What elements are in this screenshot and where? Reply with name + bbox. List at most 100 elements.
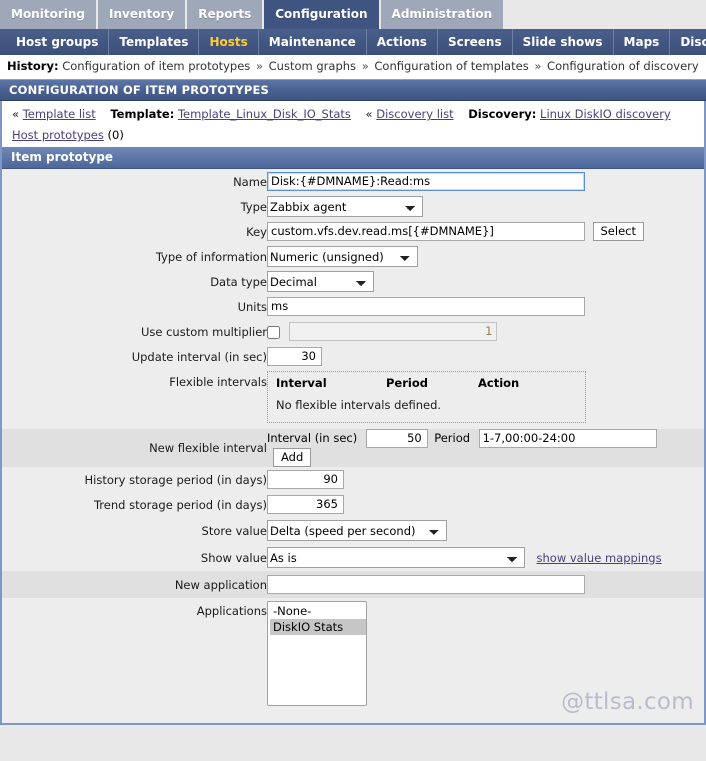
type-label: Type <box>240 199 267 214</box>
form-row-update-interval: Update interval (in sec) <box>2 344 704 369</box>
submenu-item-host-groups[interactable]: Host groups <box>6 29 110 55</box>
template-name-link[interactable]: Template_Linux_Disk_IO_Stats <box>178 107 351 121</box>
name-input[interactable] <box>267 172 585 191</box>
flexible-intervals-table: Interval Period Action No flexible inter… <box>267 371 586 423</box>
form-row-show-value: Show value As is show value mappings <box>2 544 704 571</box>
form-row-new-flexible-interval: New flexible interval Interval (in sec) … <box>2 429 704 467</box>
store-value-select[interactable]: As isDelta (speed per second)Delta (simp… <box>267 520 447 541</box>
key-input[interactable] <box>267 222 585 241</box>
new-interval-sublabel: Interval (in sec) <box>267 431 358 445</box>
host-prototypes-link[interactable]: Host prototypes <box>12 128 104 142</box>
form-row-flexible-intervals: Flexible intervals Interval Period Actio… <box>2 369 704 429</box>
form-row-type-of-information: Type of information Numeric (unsigned)Nu… <box>2 244 704 269</box>
form-row-new-application: New application <box>2 571 704 598</box>
history-label: History: <box>7 59 59 73</box>
template-list-prefix: « <box>12 107 20 121</box>
discovery-list-link[interactable]: Discovery list <box>376 107 453 121</box>
applications-label: Applications <box>196 604 267 618</box>
applications-listbox[interactable]: -None-DiskIO Stats <box>267 601 367 706</box>
form-row-key: Key Select <box>2 219 704 244</box>
main-tab-configuration[interactable]: Configuration <box>264 0 379 29</box>
history-item-4[interactable]: Configuration of discovery <box>547 59 699 73</box>
form-row-history-storage: History storage period (in days) <box>2 467 704 492</box>
submenu-item-actions[interactable]: Actions <box>367 29 438 55</box>
discovery-list-prefix: « <box>365 107 373 121</box>
new-period-sublabel: Period <box>434 431 471 445</box>
watermark: @ttlsa.com <box>561 689 694 715</box>
flexible-intervals-header: Interval Period Action <box>276 376 577 390</box>
history-separator: » <box>534 59 542 73</box>
context-nav-row-2: Host prototypes (0) <box>12 128 704 142</box>
main-tab-monitoring[interactable]: Monitoring <box>0 0 96 29</box>
history-item-2[interactable]: Custom graphs <box>269 59 356 73</box>
type-of-information-label: Type of information <box>155 249 267 264</box>
context-nav-row-1: « Template list Template: Template_Linux… <box>12 107 704 121</box>
form-row-trend-storage: Trend storage period (in days) <box>2 492 704 517</box>
flexible-intervals-col-interval: Interval <box>276 376 327 390</box>
form-title: Item prototype <box>2 147 704 169</box>
form-row-custom-multiplier: Use custom multiplier <box>2 319 704 344</box>
add-flexible-interval-button[interactable]: Add <box>273 448 312 467</box>
host-prototypes-count: (0) <box>107 128 124 142</box>
new-flexible-interval-label: New flexible interval <box>2 429 267 467</box>
discovery-name-link[interactable]: Linux DiskIO discovery <box>540 107 671 121</box>
key-label: Key <box>246 224 267 239</box>
list-item[interactable]: -None- <box>270 603 366 619</box>
key-select-button[interactable]: Select <box>592 222 644 241</box>
history-item-3[interactable]: Configuration of templates <box>374 59 528 73</box>
submenu-item-maps[interactable]: Maps <box>614 29 671 55</box>
submenu-item-hosts[interactable]: Hosts <box>199 29 259 55</box>
update-interval-input[interactable] <box>267 347 322 366</box>
breadcrumb: History: Configuration of item prototype… <box>0 55 706 79</box>
form-row-units: Units <box>2 294 704 319</box>
trend-storage-input[interactable] <box>267 495 344 514</box>
history-separator: » <box>255 59 263 73</box>
submenu-item-discovery[interactable]: Discov <box>670 29 706 55</box>
main-tab-inventory[interactable]: Inventory <box>98 0 186 29</box>
form-row-type: Type Zabbix agentZabbix agent (active)Si… <box>2 194 704 219</box>
flexible-intervals-empty: No flexible intervals defined. <box>276 398 442 412</box>
units-label: Units <box>237 299 267 314</box>
new-application-label: New application <box>2 571 267 598</box>
item-prototype-panel: Item prototype Name Type Zabbix agentZab… <box>0 147 706 725</box>
page-title: CONFIGURATION OF ITEM PROTOTYPES <box>0 79 706 101</box>
form-row-store-value: Store value As isDelta (speed per second… <box>2 517 704 544</box>
data-type-label: Data type <box>210 274 267 289</box>
item-prototype-form: Name Type Zabbix agentZabbix agent (acti… <box>2 169 704 708</box>
store-value-label: Store value <box>201 523 267 538</box>
history-item-1[interactable]: Configuration of item prototypes <box>62 59 250 73</box>
sub-menu-bar: Host groups Templates Hosts Maintenance … <box>0 29 706 55</box>
main-tab-administration[interactable]: Administration <box>380 0 504 29</box>
context-nav: « Template list Template: Template_Linux… <box>0 101 706 147</box>
discovery-label: Discovery: <box>468 107 537 121</box>
units-input[interactable] <box>267 297 585 316</box>
new-flexible-period-input[interactable] <box>478 429 657 448</box>
name-label: Name <box>233 174 267 189</box>
show-value-label: Show value <box>200 550 267 565</box>
submenu-item-screens[interactable]: Screens <box>438 29 513 55</box>
type-select[interactable]: Zabbix agentZabbix agent (active)Simple … <box>267 196 423 217</box>
type-of-information-select[interactable]: Numeric (unsigned)Numeric (float)Charact… <box>267 246 418 267</box>
list-item[interactable]: DiskIO Stats <box>270 619 366 635</box>
show-value-mappings-link[interactable]: show value mappings <box>537 551 662 565</box>
form-row-name: Name <box>2 169 704 194</box>
template-list-link[interactable]: Template list <box>23 107 96 121</box>
flexible-intervals-col-action: Action <box>478 376 520 390</box>
submenu-item-templates[interactable]: Templates <box>109 29 200 55</box>
flexible-intervals-label: Flexible intervals <box>169 375 267 389</box>
main-tab-reports[interactable]: Reports <box>187 0 263 29</box>
submenu-item-maintenance[interactable]: Maintenance <box>259 29 367 55</box>
history-storage-input[interactable] <box>267 470 344 489</box>
custom-multiplier-label: Use custom multiplier <box>140 324 267 339</box>
submenu-item-slide-shows[interactable]: Slide shows <box>513 29 614 55</box>
flexible-intervals-col-period: Period <box>386 376 428 390</box>
custom-multiplier-input[interactable] <box>288 322 497 341</box>
trend-storage-label: Trend storage period (in days) <box>93 497 267 512</box>
main-menu-bar: Monitoring Inventory Reports Configurati… <box>0 0 706 29</box>
new-flexible-interval-input[interactable] <box>365 429 428 448</box>
show-value-select[interactable]: As is <box>267 547 525 568</box>
data-type-select[interactable]: BooleanOctalDecimalHexadecimal <box>267 271 374 292</box>
new-application-input[interactable] <box>267 575 585 594</box>
form-row-data-type: Data type BooleanOctalDecimalHexadecimal <box>2 269 704 294</box>
custom-multiplier-checkbox[interactable] <box>267 325 280 339</box>
